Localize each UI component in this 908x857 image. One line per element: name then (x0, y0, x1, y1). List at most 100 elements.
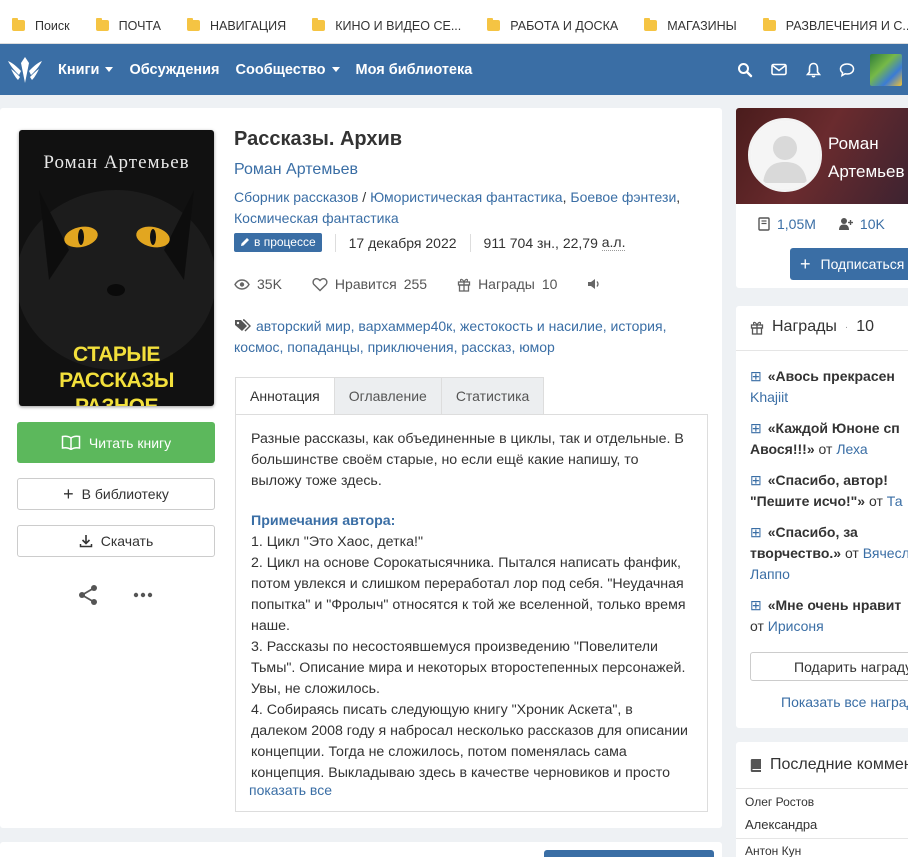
divider (736, 350, 908, 351)
award-item[interactable]: ⊞ «Спасибо, автор! "Пешите исчо!"» от Та (750, 470, 908, 512)
nav-icons (728, 44, 908, 95)
add-to-library-label: В библиотеку (81, 486, 169, 502)
cover-title-line-2: РАЗНОЕ (19, 394, 214, 406)
nav-discussions[interactable]: Обсуждения (129, 62, 219, 78)
bookmark-search[interactable]: Поиск (12, 18, 70, 33)
tag-link[interactable]: космос (234, 339, 279, 355)
bookmark-movies[interactable]: КИНО И ВИДЕО СЕ... (312, 18, 462, 33)
eagle-logo-icon (8, 56, 42, 83)
audio-stat[interactable] (587, 278, 601, 290)
site-navbar: Книги Обсуждения Сообщество Моя библиоте… (0, 44, 908, 95)
bookmark-shops[interactable]: МАГАЗИНЫ (644, 18, 737, 33)
award-user-link[interactable]: Лаппо (750, 566, 790, 582)
book-icon (758, 217, 770, 231)
nav-books[interactable]: Книги (58, 62, 114, 78)
tab-statistics[interactable]: Статистика (441, 377, 545, 415)
genre-main-link[interactable]: Сборник рассказов (234, 189, 358, 205)
browser-top-strip (0, 0, 908, 8)
share-icon[interactable] (77, 584, 99, 606)
award-item[interactable]: ⊞ «Каждой Юноне сп Авося!!!» от Леха (750, 418, 908, 460)
author-avatar[interactable] (748, 118, 822, 192)
author-note: 2. Цикл на основе Сорокатысячника. Пытал… (251, 555, 686, 634)
likes-stat[interactable]: Нравится 255 (312, 276, 427, 292)
next-section-button[interactable] (544, 850, 714, 857)
gift-icon: ⊞ (750, 597, 762, 613)
author-note: 1. Цикл "Это Хаос, детка!" (251, 534, 423, 550)
bell-icon[interactable] (796, 62, 830, 78)
status-badge-label: в процессе (254, 235, 316, 249)
caret-down-icon (105, 67, 114, 72)
tag-link[interactable]: авторский мир (256, 318, 351, 334)
author-followers-stat[interactable]: 10K (838, 216, 885, 232)
folder-icon (12, 18, 25, 31)
add-to-library-button[interactable]: + В библиотеку (17, 478, 215, 510)
download-icon (79, 535, 92, 548)
tag-link[interactable]: история (611, 318, 663, 334)
bookmark-work[interactable]: РАБОТА И ДОСКА (487, 18, 618, 33)
show-all-awards-link[interactable]: Показать все наград (781, 694, 908, 710)
gift-icon: ⊞ (750, 420, 762, 436)
chat-icon[interactable] (830, 62, 864, 77)
award-item[interactable]: ⊞ «Авось прекрасен Khajiit (750, 366, 908, 408)
search-icon[interactable] (728, 62, 762, 78)
book-size: 911 704 зн., 22,79 (483, 234, 598, 251)
folder-icon (644, 18, 658, 31)
tag-link[interactable]: приключения (368, 339, 454, 355)
read-book-button[interactable]: Читать книгу (17, 422, 215, 463)
award-item[interactable]: ⊞ «Спасибо, за творчество.» от Вячесл Лап… (750, 522, 908, 585)
award-user-link[interactable]: Вячесл (863, 545, 908, 561)
bookmark-navigation[interactable]: НАВИГАЦИЯ (186, 18, 287, 33)
comments-title: Последние коммен (770, 756, 908, 773)
divider (736, 838, 908, 839)
tab-annotation[interactable]: Аннотация (235, 377, 335, 415)
tag-link[interactable]: вархаммер40к (358, 318, 452, 334)
tag-link[interactable]: жестокость и насилие (460, 318, 603, 334)
book-cover[interactable]: Роман Артемьев СТАРЫЕ РАССКАЗЫ РАЗНОЕ (19, 130, 214, 406)
more-icon[interactable] (133, 592, 153, 598)
award-user-link[interactable]: Khajiit (750, 389, 788, 405)
award-user-link[interactable]: Леха (836, 441, 867, 457)
comment-author[interactable]: Олег Ростов (745, 795, 814, 809)
subscribe-button[interactable]: + Подписаться (790, 248, 908, 280)
genre-link[interactable]: Юмористическая фантастика (370, 189, 563, 205)
author-first-name: Роман (828, 134, 879, 153)
caret-down-icon (331, 67, 340, 72)
tab-contents[interactable]: Оглавление (334, 377, 442, 415)
views-stat: 35K (234, 276, 282, 292)
tag-link[interactable]: попаданцы (287, 339, 360, 355)
author-name[interactable]: Роман Артемьев (828, 130, 905, 186)
bookmark-label: Поиск (35, 18, 70, 33)
divider (736, 788, 908, 789)
awards-label: Награды (478, 276, 535, 292)
book-author-link[interactable]: Роман Артемьев (234, 161, 358, 179)
book-size-unit: а.л. (601, 234, 626, 251)
tag-link[interactable]: юмор (519, 339, 555, 355)
award-text: "Пешите исчо!"» (750, 493, 866, 509)
bookmark-mail[interactable]: ПОЧТА (95, 18, 161, 33)
share-row (77, 584, 153, 606)
nav-my-library[interactable]: Моя библиотека (356, 62, 473, 78)
gift-icon (750, 321, 764, 335)
show-all-link[interactable]: показать все (249, 782, 689, 806)
nav-community[interactable]: Сообщество (236, 62, 340, 78)
awards-stat[interactable]: Награды 10 (457, 276, 557, 292)
bookmark-label: НАВИГАЦИЯ (209, 18, 287, 33)
award-user-link[interactable]: Ирисоня (768, 618, 824, 634)
tag-link[interactable]: рассказ (461, 339, 511, 355)
folder-icon (762, 18, 776, 31)
bookmark-label: КИНО И ВИДЕО СЕ... (335, 18, 462, 33)
author-books-stat[interactable]: 1,05M (758, 216, 816, 232)
award-user-link[interactable]: Та (887, 493, 903, 509)
site-logo[interactable] (4, 52, 46, 88)
mail-icon[interactable] (762, 63, 796, 76)
give-award-button[interactable]: Подарить награду (750, 652, 908, 681)
bookmark-entertainment[interactable]: РАЗВЛЕЧЕНИЯ И С... (762, 18, 908, 33)
comment-author[interactable]: Антон Кун (745, 844, 801, 857)
tags-icon (235, 319, 251, 332)
genre-link[interactable]: Космическая фантастика (234, 210, 399, 226)
user-avatar[interactable] (870, 53, 902, 86)
award-item[interactable]: ⊞ «Мне очень нравит от Ирисоня (750, 595, 908, 637)
genre-link[interactable]: Боевое фэнтези (570, 189, 676, 205)
download-button[interactable]: Скачать (17, 525, 215, 557)
plus-icon: + (63, 484, 74, 504)
